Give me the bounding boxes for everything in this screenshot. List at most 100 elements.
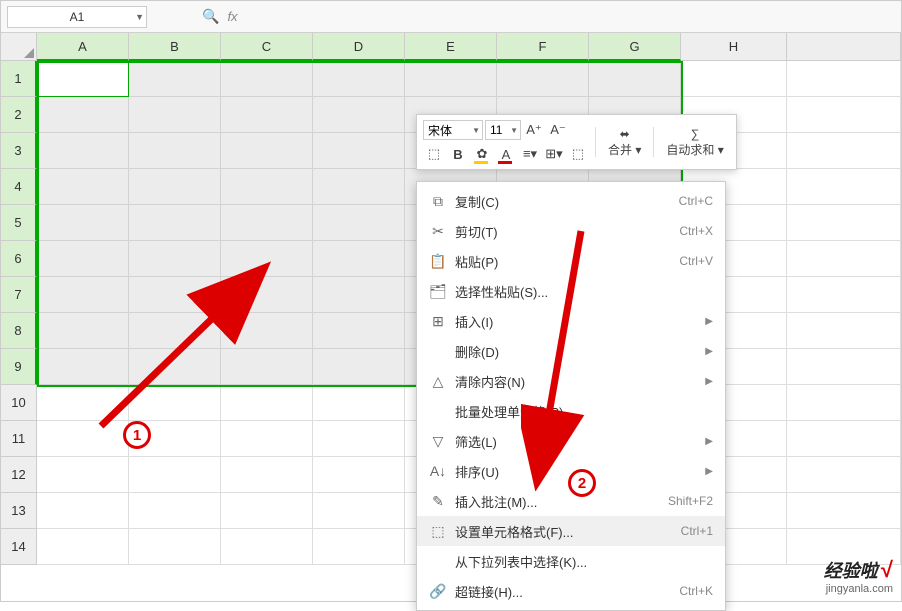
cell[interactable] <box>37 493 129 529</box>
cell[interactable] <box>37 421 129 457</box>
cell[interactable] <box>787 421 901 457</box>
menu-item[interactable]: 📋粘贴(P)Ctrl+V <box>417 246 725 276</box>
cell[interactable] <box>129 457 221 493</box>
cell[interactable] <box>313 421 405 457</box>
cell[interactable] <box>221 169 313 205</box>
fill-color-button[interactable]: ✿ <box>471 143 493 165</box>
cell[interactable] <box>221 493 313 529</box>
menu-item[interactable]: ⬚设置单元格格式(F)...Ctrl+1 <box>417 516 725 546</box>
name-box-dropdown-icon[interactable]: ▼ <box>135 12 144 22</box>
row-header[interactable]: 14 <box>1 529 37 565</box>
cell[interactable] <box>129 241 221 277</box>
cell[interactable] <box>787 97 901 133</box>
cell[interactable] <box>313 457 405 493</box>
cell[interactable] <box>497 61 589 97</box>
cell[interactable] <box>313 241 405 277</box>
cell[interactable] <box>37 97 129 133</box>
menu-item[interactable]: ⊞插入(I)▶ <box>417 306 725 336</box>
cell[interactable] <box>313 349 405 385</box>
cell[interactable] <box>129 97 221 133</box>
menu-item[interactable]: 删除(D)▶ <box>417 336 725 366</box>
cell[interactable] <box>313 133 405 169</box>
cell[interactable] <box>313 385 405 421</box>
cell[interactable] <box>221 457 313 493</box>
cell[interactable] <box>221 61 313 97</box>
column-header[interactable]: H <box>681 33 787 61</box>
cell[interactable] <box>129 277 221 313</box>
cell[interactable] <box>221 529 313 565</box>
cell[interactable] <box>313 277 405 313</box>
align-button[interactable]: ≡▾ <box>519 143 541 165</box>
cell[interactable] <box>129 529 221 565</box>
font-size-select[interactable]: 11▼ <box>485 120 521 140</box>
menu-item[interactable]: ⧉复制(C)Ctrl+C <box>417 186 725 216</box>
cell[interactable] <box>129 385 221 421</box>
cell[interactable] <box>37 169 129 205</box>
row-header[interactable]: 6 <box>1 241 37 277</box>
cell[interactable] <box>37 457 129 493</box>
select-all-button[interactable] <box>1 33 37 61</box>
cell[interactable] <box>787 457 901 493</box>
font-color-button[interactable]: A <box>495 143 517 165</box>
cell[interactable] <box>37 313 129 349</box>
font-name-select[interactable]: 宋体▼ <box>423 120 483 140</box>
row-header[interactable]: 13 <box>1 493 37 529</box>
cell[interactable] <box>221 313 313 349</box>
row-header[interactable]: 1 <box>1 61 37 97</box>
column-header[interactable]: C <box>221 33 313 61</box>
cell[interactable] <box>681 61 787 97</box>
row-header[interactable]: 11 <box>1 421 37 457</box>
autosum-button[interactable]: ∑ 自动求和 ▾ <box>660 120 729 164</box>
cell[interactable] <box>37 241 129 277</box>
cell[interactable] <box>405 61 497 97</box>
format-painter-icon[interactable]: ⬚ <box>423 143 445 165</box>
cell[interactable] <box>313 169 405 205</box>
row-header[interactable]: 3 <box>1 133 37 169</box>
row-header[interactable]: 12 <box>1 457 37 493</box>
menu-item[interactable]: 🗂选择性粘贴(S)... <box>417 276 725 306</box>
menu-item[interactable]: △清除内容(N)▶ <box>417 366 725 396</box>
cell[interactable] <box>221 277 313 313</box>
cell[interactable] <box>313 97 405 133</box>
cell[interactable] <box>313 313 405 349</box>
menu-item[interactable]: 从下拉列表中选择(K)... <box>417 546 725 576</box>
cell[interactable] <box>787 277 901 313</box>
cell[interactable] <box>787 493 901 529</box>
menu-item[interactable]: ✂剪切(T)Ctrl+X <box>417 216 725 246</box>
row-header[interactable]: 2 <box>1 97 37 133</box>
cell[interactable] <box>313 205 405 241</box>
fx-label[interactable]: fx <box>227 9 237 24</box>
cell[interactable] <box>37 277 129 313</box>
name-box[interactable]: A1 ▼ <box>7 6 147 28</box>
cell[interactable] <box>129 133 221 169</box>
cell[interactable] <box>787 61 901 97</box>
cell[interactable] <box>129 349 221 385</box>
cell[interactable] <box>787 313 901 349</box>
cell[interactable] <box>221 349 313 385</box>
row-header[interactable]: 4 <box>1 169 37 205</box>
cell[interactable] <box>221 97 313 133</box>
decrease-font-button[interactable]: A⁻ <box>547 119 569 141</box>
row-header[interactable]: 5 <box>1 205 37 241</box>
menu-item[interactable]: ▽筛选(L)▶ <box>417 426 725 456</box>
row-header[interactable]: 7 <box>1 277 37 313</box>
row-header[interactable]: 10 <box>1 385 37 421</box>
cell[interactable] <box>221 421 313 457</box>
cell[interactable] <box>37 349 129 385</box>
cell[interactable] <box>129 61 221 97</box>
search-icon[interactable]: 🔍 <box>202 8 219 25</box>
cell[interactable] <box>787 169 901 205</box>
cell[interactable] <box>37 205 129 241</box>
cell[interactable] <box>313 529 405 565</box>
cell[interactable] <box>787 241 901 277</box>
column-header[interactable]: A <box>37 33 129 61</box>
cell[interactable] <box>787 133 901 169</box>
cell[interactable] <box>221 241 313 277</box>
column-header[interactable]: B <box>129 33 221 61</box>
cell[interactable] <box>221 385 313 421</box>
cell[interactable] <box>787 349 901 385</box>
cell[interactable] <box>129 169 221 205</box>
column-header[interactable]: G <box>589 33 681 61</box>
bold-button[interactable]: B <box>447 143 469 165</box>
cell[interactable] <box>787 205 901 241</box>
